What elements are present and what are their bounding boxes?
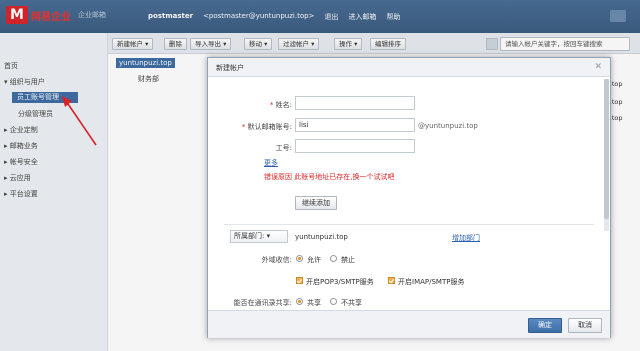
no-share-radio[interactable] (330, 298, 337, 305)
email-account-field[interactable]: lisi (295, 118, 415, 132)
name-field[interactable] (295, 96, 415, 110)
name-label: * 姓名: (269, 101, 292, 109)
error-message: 错误原因 此账号地址已存在,换一个试试吧 (264, 173, 395, 181)
dialog-scrollbar[interactable] (604, 79, 609, 231)
job-number-field[interactable] (295, 139, 415, 153)
allow-label: 允许 (307, 256, 321, 264)
more-link[interactable]: 更多 (264, 158, 278, 168)
account-label: * 默认邮箱账号: (241, 123, 292, 131)
dialog-title: 新建帐户 (216, 64, 244, 72)
close-icon[interactable]: ✕ (594, 62, 602, 72)
pop3-checkbox[interactable] (296, 277, 303, 284)
cancel-button[interactable]: 取消 (568, 318, 602, 333)
address-book-share-label: 能否在通讯录共享: (233, 299, 292, 307)
external-mail-label: 外域收信: (261, 256, 292, 264)
department-value: yuntunpuzi.top (295, 233, 348, 241)
forbid-radio[interactable] (330, 255, 337, 262)
add-department-link[interactable]: 增加部门 (452, 233, 480, 243)
email-domain-suffix: @yuntunpuzi.top (418, 122, 478, 130)
dialog-header: 新建帐户 ✕ (208, 58, 610, 77)
confirm-button[interactable]: 确定 (528, 318, 562, 333)
no-share-label: 不共享 (341, 299, 362, 307)
scrollbar-thumb[interactable] (604, 79, 609, 219)
continue-add-button[interactable]: 继续添加 (295, 196, 337, 210)
job-number-label: 工号: (275, 144, 292, 152)
new-account-dialog: 新建帐户 ✕ * 姓名: * 默认邮箱账号: lisi @yuntunpuzi.… (207, 57, 611, 338)
share-radio[interactable] (296, 298, 303, 305)
share-label: 共享 (307, 299, 321, 307)
imap-checkbox[interactable] (388, 277, 395, 284)
forbid-label: 禁止 (341, 256, 355, 264)
pop3-label: 开启POP3/SMTP服务 (306, 278, 374, 286)
imap-label: 开启IMAP/SMTP服务 (398, 278, 465, 286)
allow-radio[interactable] (296, 255, 303, 262)
department-select[interactable]: 所属部门: ▾ (230, 230, 288, 243)
dialog-footer: 确定 取消 (208, 310, 610, 338)
